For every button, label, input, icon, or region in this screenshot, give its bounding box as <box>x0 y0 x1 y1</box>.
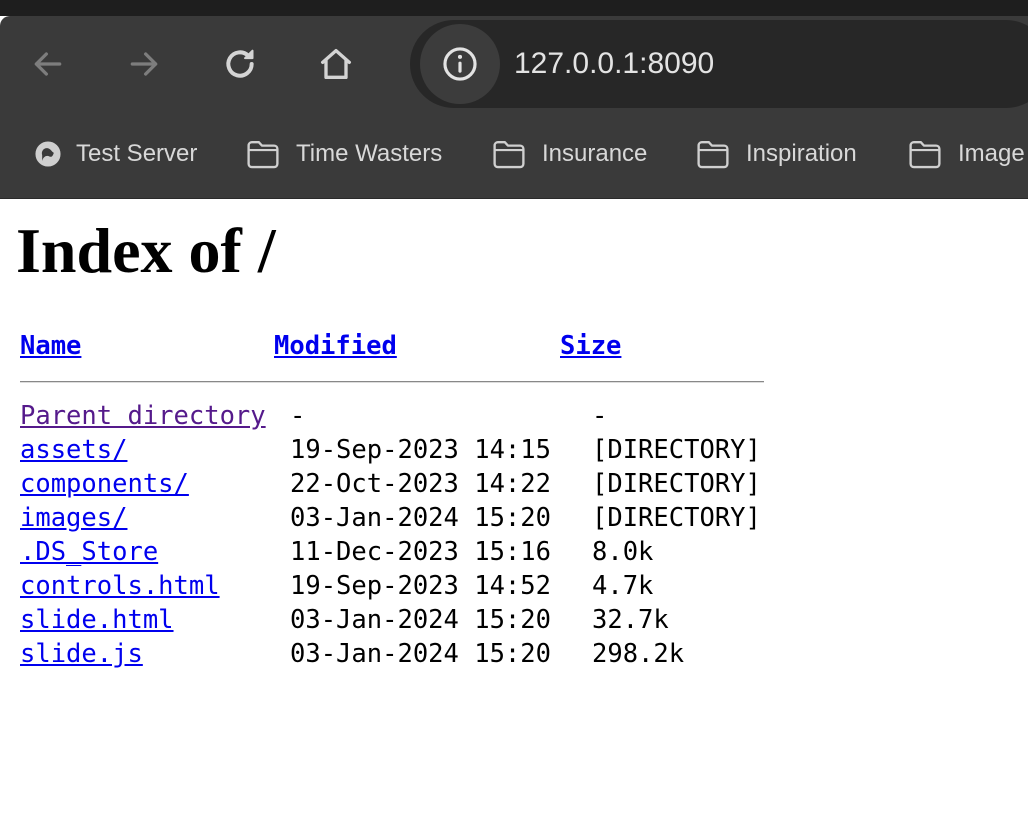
list-item: controls.html 19-Sep-2023 14:52 4.7k <box>20 571 780 605</box>
sort-by-modified-link[interactable]: Modified <box>274 331 397 361</box>
bookmark-test-server[interactable]: Test Server <box>34 136 197 172</box>
back-button[interactable] <box>24 40 72 88</box>
arrow-left-icon <box>34 52 62 76</box>
bookmark-insurance[interactable]: Insurance <box>492 136 647 172</box>
entry-modified: 19-Sep-2023 14:52 <box>290 571 551 601</box>
entry-modified: 03-Jan-2024 15:20 <box>290 639 551 669</box>
sort-by-name-link[interactable]: Name <box>20 331 81 361</box>
directory-listing: Name Modified Size Parent directory - - … <box>20 331 764 721</box>
browser-toolbar: 127.0.0.1:8090 <box>0 16 1028 112</box>
bookmark-label: Test Server <box>76 140 198 167</box>
folder-icon <box>909 141 941 169</box>
list-item: assets/ 19-Sep-2023 14:15 [DIRECTORY] <box>20 435 780 469</box>
file-link[interactable]: controls.html <box>20 571 220 601</box>
folder-icon <box>493 141 525 169</box>
folder-icon <box>247 141 279 169</box>
address-bar[interactable]: 127.0.0.1:8090 <box>410 20 1028 108</box>
globe-icon <box>35 141 61 167</box>
entry-modified: 11-Dec-2023 15:16 <box>290 537 551 567</box>
entry-size: [DIRECTORY] <box>592 503 761 533</box>
info-icon <box>443 47 477 81</box>
url-text[interactable]: 127.0.0.1:8090 <box>514 46 714 82</box>
list-item: slide.html 03-Jan-2024 15:20 32.7k <box>20 605 780 639</box>
entry-size: [DIRECTORY] <box>592 469 761 499</box>
list-item: images/ 03-Jan-2024 15:20 [DIRECTORY] <box>20 503 780 537</box>
listing-header: Name Modified Size <box>20 331 780 367</box>
bookmark-label: Time Wasters <box>296 140 443 167</box>
page-title: Index of / <box>16 215 276 286</box>
file-link[interactable]: .DS_Store <box>20 537 158 567</box>
reload-button[interactable] <box>216 40 264 88</box>
home-button[interactable] <box>312 40 360 88</box>
sort-by-size-link[interactable]: Size <box>560 331 621 361</box>
site-info-button[interactable] <box>420 24 500 104</box>
entry-size: 32.7k <box>592 605 669 635</box>
entry-modified: - <box>290 401 306 431</box>
entry-size: 4.7k <box>592 571 654 601</box>
home-icon <box>321 49 351 80</box>
arrow-right-icon <box>130 52 158 76</box>
bookmarks-bar: Test Server Time Wasters Insurance Inspi… <box>0 112 1028 199</box>
folder-icon <box>697 141 729 169</box>
bookmark-image[interactable]: Image <box>908 136 1025 172</box>
reload-icon <box>226 49 254 78</box>
list-item: .DS_Store 11-Dec-2023 15:16 8.0k <box>20 537 780 571</box>
bookmark-label: Inspiration <box>746 140 857 167</box>
window-top-strip <box>0 0 1028 16</box>
entry-size: - <box>592 401 608 431</box>
bookmark-label: Insurance <box>542 140 648 167</box>
page-content: Index of / Name Modified Size Parent dir… <box>0 199 1028 832</box>
file-link[interactable]: slide.js <box>20 639 143 669</box>
entry-size: [DIRECTORY] <box>592 435 761 465</box>
bookmark-inspiration[interactable]: Inspiration <box>696 136 857 172</box>
file-link[interactable]: components/ <box>20 469 189 499</box>
entry-modified: 22-Oct-2023 14:22 <box>290 469 551 499</box>
file-link[interactable]: slide.html <box>20 605 174 635</box>
file-link[interactable]: images/ <box>20 503 127 533</box>
entry-size: 298.2k <box>592 639 685 669</box>
parent-directory-link[interactable]: Parent directory <box>20 401 266 431</box>
header-divider <box>20 381 764 383</box>
list-item: Parent directory - - <box>20 401 780 435</box>
list-item: components/ 22-Oct-2023 14:22 [DIRECTORY… <box>20 469 780 503</box>
entry-modified: 03-Jan-2024 15:20 <box>290 605 551 635</box>
entry-size: 8.0k <box>592 537 654 567</box>
forward-button[interactable] <box>120 40 168 88</box>
entry-modified: 19-Sep-2023 14:15 <box>290 435 551 465</box>
bookmark-time-wasters[interactable]: Time Wasters <box>246 136 442 172</box>
bookmark-label: Image <box>958 140 1025 167</box>
entry-modified: 03-Jan-2024 15:20 <box>290 503 551 533</box>
file-link[interactable]: assets/ <box>20 435 127 465</box>
list-item: slide.js 03-Jan-2024 15:20 298.2k <box>20 639 780 673</box>
